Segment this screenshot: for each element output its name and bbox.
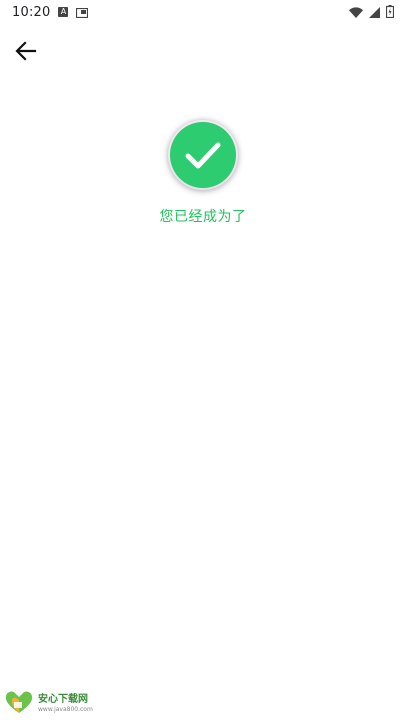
watermark-title: 安心下载网 xyxy=(38,694,88,705)
wifi-icon xyxy=(349,3,363,22)
status-right xyxy=(349,3,395,22)
watermark-text: 安心下载网 www.java800.com xyxy=(38,695,93,713)
status-time: 10:20 xyxy=(12,4,51,20)
arrow-left-icon xyxy=(15,41,37,61)
success-panel: 您已经成为了 xyxy=(0,118,406,226)
check-circle-icon xyxy=(170,122,236,188)
picture-in-picture-icon xyxy=(76,3,89,22)
notification-a-icon: A xyxy=(58,7,69,17)
watermark: 安心下载网 www.java800.com xyxy=(4,690,93,718)
status-left: 10:20 A xyxy=(12,3,89,22)
heart-leaf-logo xyxy=(4,690,34,718)
back-button[interactable] xyxy=(10,36,42,66)
success-message: 您已经成为了 xyxy=(159,209,247,225)
signal-icon xyxy=(369,3,380,22)
battery-icon xyxy=(385,3,395,22)
watermark-url: www.java800.com xyxy=(38,706,93,713)
status-bar: 10:20 A xyxy=(0,0,406,24)
